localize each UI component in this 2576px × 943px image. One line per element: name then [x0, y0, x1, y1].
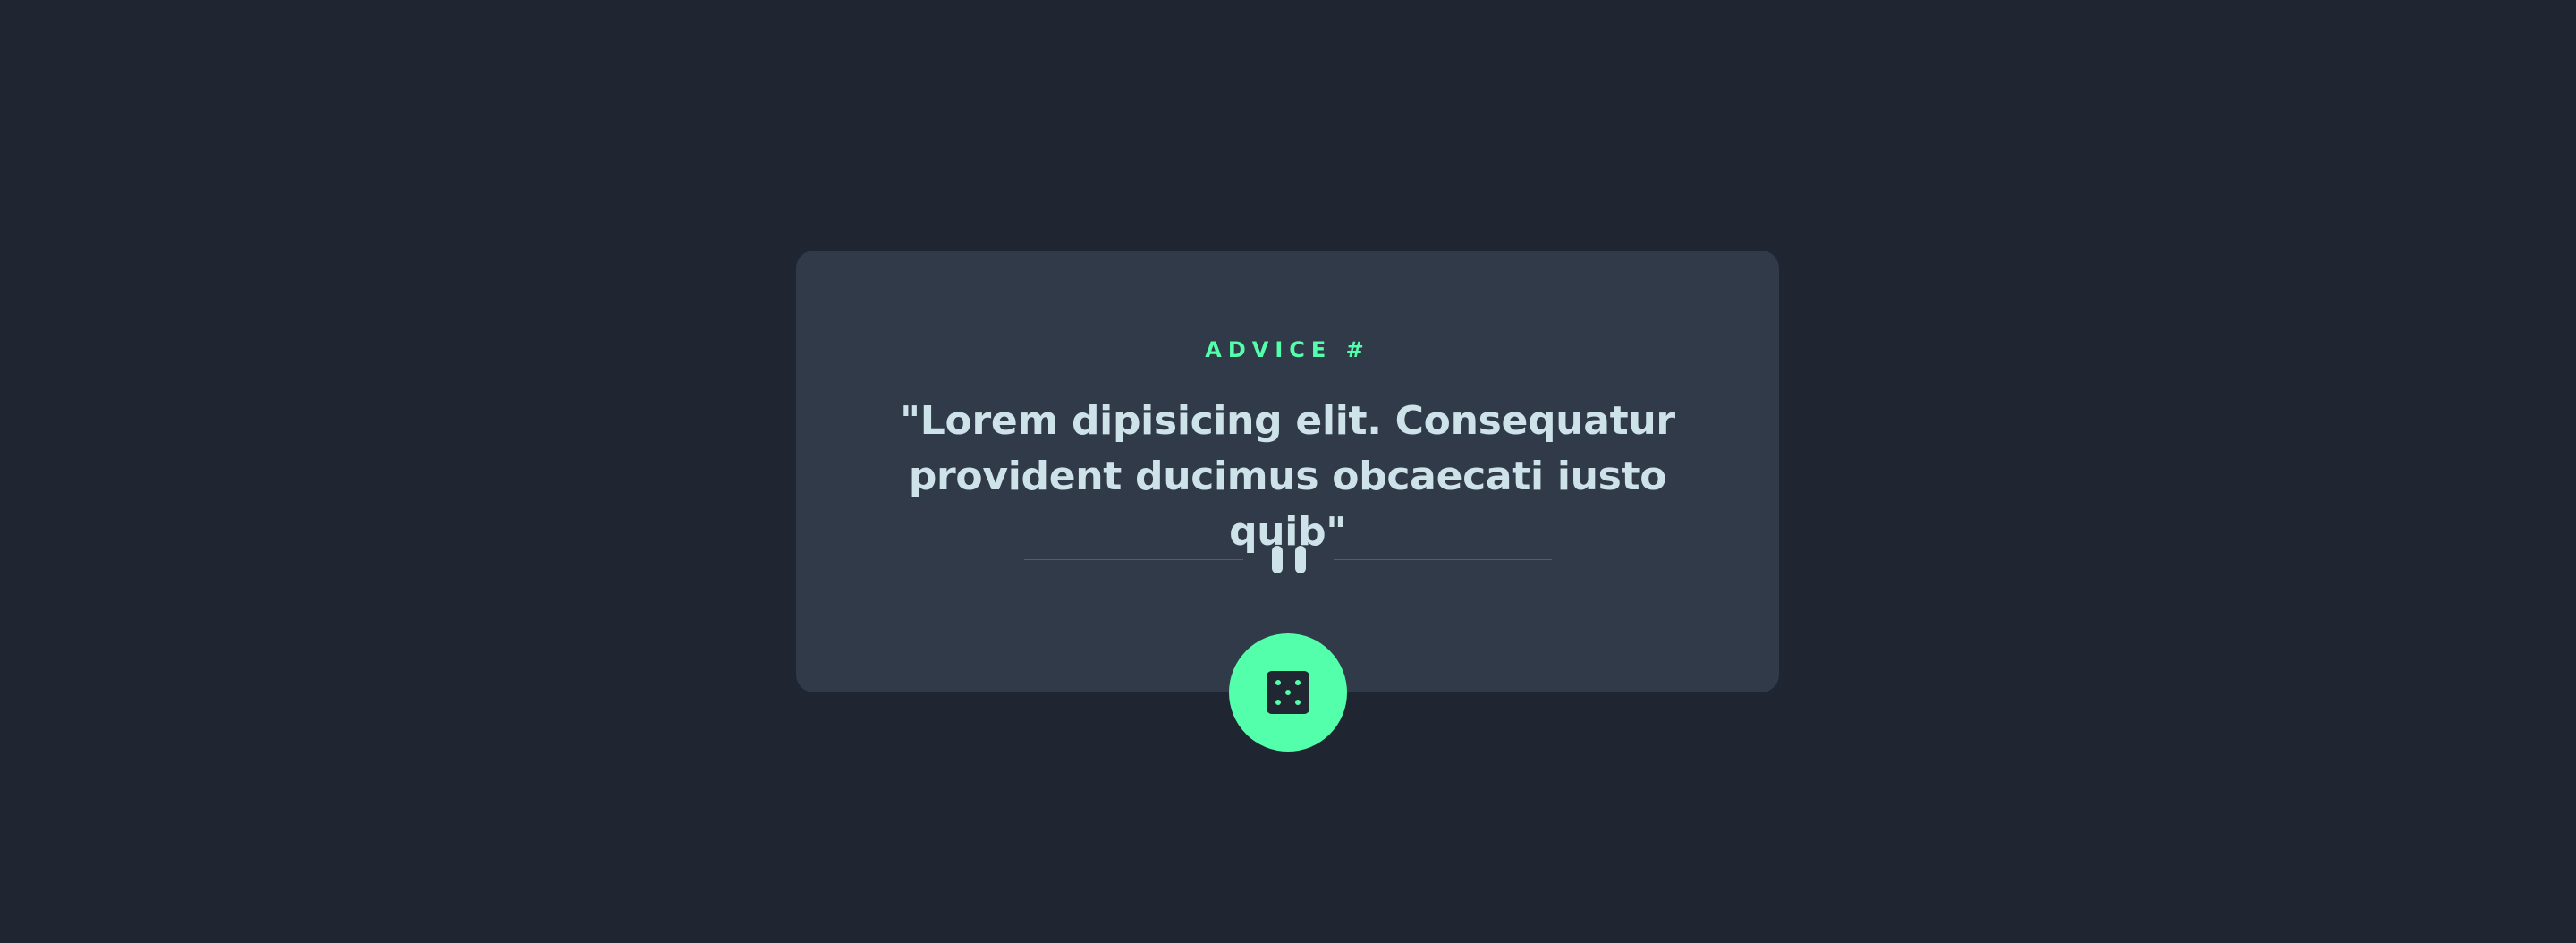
page: ADVICE # "Lorem dipisicing elit. Consequ…	[0, 0, 2576, 943]
divider-line-right	[1334, 559, 1552, 560]
pause-bar-left	[1272, 546, 1283, 573]
pause-bar-right	[1295, 546, 1306, 573]
advice-card: ADVICE # "Lorem dipisicing elit. Consequ…	[796, 251, 1779, 692]
dice-icon	[1267, 671, 1309, 714]
advice-label: ADVICE #	[1205, 337, 1370, 362]
pause-icon	[1270, 546, 1308, 573]
advice-quote: "Lorem dipisicing elit. Consequatur prov…	[900, 398, 1675, 555]
new-advice-button[interactable]	[1229, 633, 1347, 752]
divider-line-left	[1024, 559, 1243, 560]
divider	[1024, 546, 1552, 573]
